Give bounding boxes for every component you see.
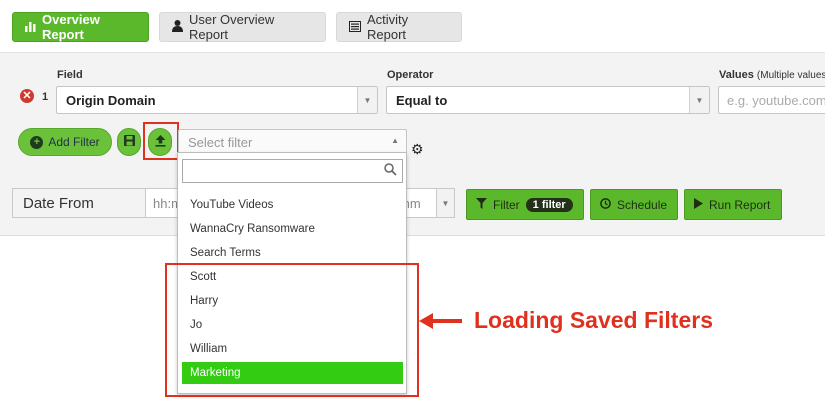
- list-icon: [349, 20, 361, 35]
- operator-column-label: Operator: [387, 69, 434, 81]
- chevron-down-icon: ▼: [357, 87, 377, 113]
- dropdown-search-input[interactable]: [182, 159, 403, 183]
- values-hint: (Multiple values: [756, 70, 825, 81]
- filter-button-label: Filter: [493, 197, 520, 212]
- highlight-saved-filters: [165, 263, 419, 397]
- saved-filter-placeholder: Select filter: [188, 134, 253, 150]
- operator-select-value: Equal to: [396, 92, 448, 108]
- report-tabs-bar: Overview Report User Overview Report Act…: [0, 0, 825, 52]
- save-icon: [123, 135, 135, 149]
- filter-row-number: 1: [42, 91, 49, 103]
- schedule-button[interactable]: Schedule: [590, 189, 678, 220]
- tab-label: User Overview Report: [189, 12, 275, 42]
- chevron-up-icon: ▲: [391, 136, 399, 145]
- operator-select[interactable]: Equal to ▼: [386, 86, 710, 114]
- schedule-label: Schedule: [617, 197, 668, 212]
- dropdown-item-wannacry-ransomware[interactable]: WannaCry Ransomware: [182, 218, 403, 240]
- dropdown-item-youtube-videos[interactable]: YouTube Videos: [182, 194, 403, 216]
- save-filter-button[interactable]: [117, 128, 141, 156]
- field-column-label: Field: [57, 69, 83, 81]
- values-label: Values: [719, 69, 754, 81]
- run-report-label: Run Report: [709, 197, 771, 212]
- add-filter-label: Add Filter: [48, 135, 100, 149]
- add-filter-button[interactable]: + Add Filter: [18, 128, 112, 156]
- bar-chart-icon: [25, 20, 36, 35]
- chevron-down-icon[interactable]: ▼: [436, 188, 455, 218]
- user-icon: [172, 19, 183, 35]
- gear-icon[interactable]: ⚙: [411, 141, 424, 158]
- remove-filter-icon[interactable]: ✕: [20, 89, 34, 103]
- funnel-icon: [476, 197, 487, 212]
- annotation-callout: Loading Saved Filters: [474, 307, 713, 333]
- tab-label: Activity Report: [367, 12, 409, 42]
- filter-count-badge: 1 filter: [525, 197, 573, 212]
- chevron-down-icon: ▼: [689, 87, 709, 113]
- play-icon: [694, 197, 703, 212]
- values-input[interactable]: [718, 86, 825, 114]
- search-icon: [384, 163, 397, 179]
- field-select[interactable]: Origin Domain ▼: [56, 86, 378, 114]
- tab-activity-report[interactable]: Activity Report: [336, 12, 462, 42]
- filter-button[interactable]: Filter 1 filter: [466, 189, 584, 220]
- highlight-load-button: [143, 122, 179, 160]
- plus-icon: +: [30, 135, 44, 149]
- values-column-label: Values (Multiple values: [719, 69, 825, 81]
- tab-label: Overview Report: [42, 12, 100, 42]
- field-select-value: Origin Domain: [66, 92, 156, 108]
- tab-user-overview-report[interactable]: User Overview Report: [159, 12, 326, 42]
- run-report-button[interactable]: Run Report: [684, 189, 782, 220]
- clock-icon: [600, 197, 611, 212]
- dropdown-item-search-terms[interactable]: Search Terms: [182, 242, 403, 264]
- tab-overview-report[interactable]: Overview Report: [12, 12, 149, 42]
- date-from-label: Date From: [12, 188, 146, 218]
- arrow-shaft: [430, 319, 462, 323]
